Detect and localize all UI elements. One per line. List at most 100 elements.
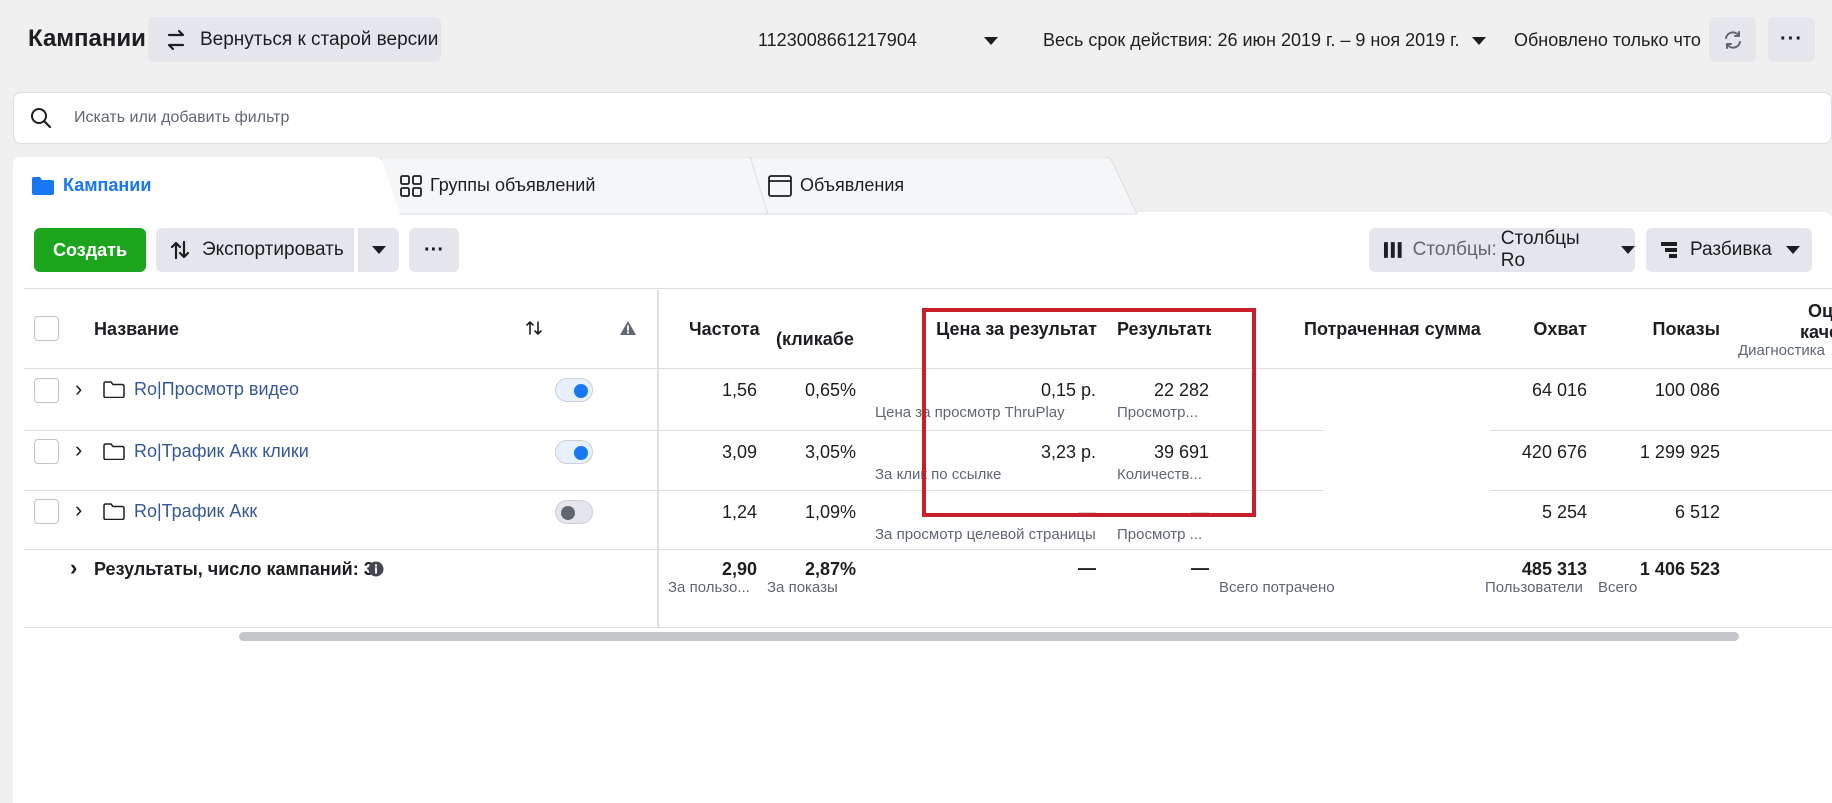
folder-icon <box>32 176 54 195</box>
account-selector[interactable]: 1123008661217904 <box>758 30 917 51</box>
ctr-cell: 3,05% <box>804 442 856 462</box>
grid-icon <box>400 174 422 197</box>
impressions-cell: 1 299 925 <box>1639 442 1720 462</box>
impressions-cell: 100 086 <box>1654 380 1720 400</box>
results-sub: Просмотр ... <box>1117 526 1203 543</box>
columns-value: Столбцы Ro <box>1500 228 1580 271</box>
summary-results: — <box>1191 558 1209 578</box>
expand-chevron-icon[interactable]: › <box>75 497 82 523</box>
chevron-down-icon <box>1785 246 1800 254</box>
summary-ctr: 2,87% <box>804 559 856 579</box>
search-icon <box>31 108 52 129</box>
toolbar-more-button[interactable]: ··· <box>409 228 459 272</box>
summary-frequency: 2,90 <box>721 559 757 579</box>
summary-frequency-sub: За пользо... <box>668 579 750 596</box>
summary-cost: — <box>1078 558 1096 578</box>
account-caret-icon[interactable] <box>984 37 998 45</box>
tab-ads[interactable]: Объявления <box>768 157 1088 214</box>
reach-cell: 5 254 <box>1541 502 1587 522</box>
impressions-cell: 6 512 <box>1674 502 1720 522</box>
column-header-quality[interactable]: Оц <box>1808 301 1832 322</box>
ad-icon <box>768 174 792 197</box>
ctr-cell: 0,65% <box>804 380 856 400</box>
create-button[interactable]: Создать <box>34 228 146 272</box>
summary-impressions: 1 406 523 <box>1639 559 1720 579</box>
old-version-button[interactable]: Вернуться к старой версии <box>148 17 441 62</box>
columns-button[interactable]: Столбцы: Столбцы Ro <box>1369 228 1635 272</box>
campaign-toggle[interactable] <box>555 500 593 524</box>
tab-ads-label: Объявления <box>800 175 905 195</box>
refresh-icon <box>1724 30 1741 49</box>
row-checkbox[interactable] <box>34 439 59 464</box>
search-input[interactable] <box>74 109 674 127</box>
info-icon[interactable] <box>368 561 384 577</box>
date-caret-icon[interactable] <box>1472 37 1486 45</box>
row-border <box>1490 490 1832 491</box>
reach-cell: 420 676 <box>1521 442 1587 462</box>
chevron-down-icon <box>1621 246 1635 254</box>
frequency-cell: 3,09 <box>721 442 757 462</box>
row-border <box>1490 430 1832 431</box>
folder-icon <box>103 443 125 460</box>
tab-campaigns[interactable]: Кампании <box>13 157 373 214</box>
export-button[interactable]: Экспортировать <box>156 228 354 272</box>
campaign-toggle[interactable] <box>555 440 593 464</box>
summary-reach: 485 313 <box>1521 559 1587 579</box>
column-header-spent[interactable]: Потраченная сумма <box>1304 319 1481 340</box>
highlight-annotation <box>922 308 1256 517</box>
summary-label: Результаты, число кампаний: 3 <box>94 559 374 579</box>
columns-icon <box>1383 242 1402 258</box>
column-header-impressions[interactable]: Показы <box>1640 319 1721 340</box>
table-bottom-border <box>24 627 1832 628</box>
sort-icon[interactable] <box>525 320 543 336</box>
breakdown-button[interactable]: Разбивка <box>1646 228 1812 272</box>
column-header-frequency[interactable]: Частота <box>689 319 760 340</box>
table-top-border <box>24 288 1832 289</box>
row-checkbox[interactable] <box>34 378 59 403</box>
page-title: Кампании <box>28 25 146 52</box>
column-header-quality-2: каче <box>1800 322 1832 342</box>
old-version-label: Вернуться к старой версии <box>200 28 439 50</box>
expand-chevron-icon[interactable]: › <box>75 437 82 463</box>
summary-spent-sub: Всего потрачено <box>1219 579 1335 596</box>
export-icon <box>170 240 190 260</box>
more-icon: ··· <box>1780 28 1803 50</box>
column-header-ctr[interactable]: (кликабе <box>776 329 856 350</box>
export-dropdown-button[interactable] <box>358 228 399 272</box>
row-border <box>24 549 1832 550</box>
folder-icon <box>103 503 125 520</box>
columns-prefix: Столбцы: <box>1412 239 1497 260</box>
frozen-column-divider <box>657 290 659 628</box>
tab-adsets[interactable]: Группы объявлений <box>400 157 740 214</box>
more-options-button[interactable]: ··· <box>1768 17 1815 62</box>
horizontal-scrollbar[interactable] <box>239 632 1739 641</box>
export-label: Экспортировать <box>202 239 344 260</box>
campaign-toggle[interactable] <box>555 378 593 402</box>
expand-chevron-icon[interactable]: › <box>75 376 82 402</box>
tab-campaigns-label: Кампании <box>63 175 152 195</box>
more-icon: ··· <box>424 238 444 261</box>
updated-status: Обновлено только что <box>1514 30 1701 50</box>
column-header-name[interactable]: Название <box>94 319 179 340</box>
row-checkbox[interactable] <box>34 499 59 524</box>
campaign-name-link[interactable]: Ro|Трафик Акк <box>134 501 257 522</box>
select-all-checkbox[interactable] <box>34 316 59 341</box>
date-range-selector[interactable]: Весь срок действия: 26 июн 2019 г. – 9 н… <box>1043 30 1460 51</box>
warning-icon[interactable] <box>619 320 637 336</box>
summary-ctr-sub: За показы <box>767 579 838 596</box>
summary-impressions-sub: Всего <box>1598 579 1638 596</box>
cost-per-result-sub: За просмотр целевой страницы <box>875 526 1096 543</box>
column-header-reach[interactable]: Охват <box>1500 319 1587 340</box>
frequency-cell: 1,56 <box>721 380 757 400</box>
campaign-name-link[interactable]: Ro|Трафик Акк клики <box>134 441 309 462</box>
campaign-name-link[interactable]: Ro|Просмотр видео <box>134 379 299 400</box>
refresh-button[interactable] <box>1709 17 1756 62</box>
reach-cell: 64 016 <box>1531 380 1587 400</box>
swap-arrows-icon <box>167 29 185 50</box>
tab-adsets-label: Группы объявлений <box>430 175 596 195</box>
breakdown-icon <box>1661 242 1677 258</box>
ctr-cell: 1,09% <box>804 502 856 522</box>
column-subheader-diagnostics: Диагностика <box>1738 342 1825 359</box>
expand-chevron-icon[interactable]: › <box>70 555 77 581</box>
search-bar[interactable] <box>13 92 1832 144</box>
